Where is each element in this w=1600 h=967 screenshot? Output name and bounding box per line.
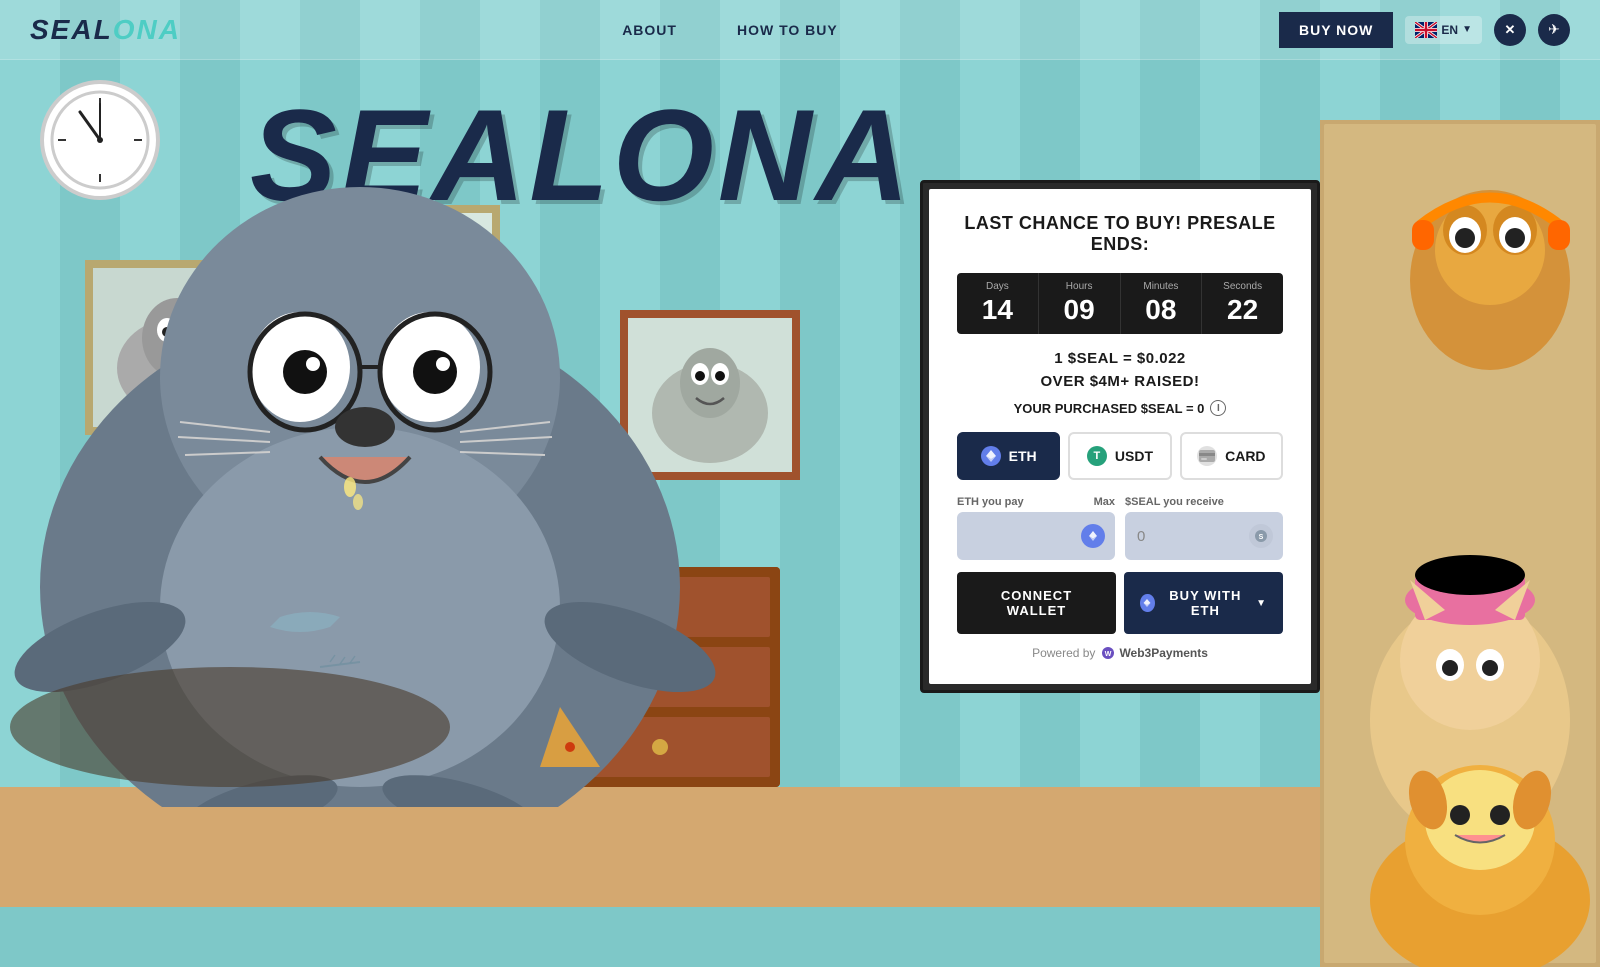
card-icon (1197, 446, 1217, 466)
powered-by: Powered by W Web3Payments (957, 646, 1283, 660)
usdt-symbol: T (1094, 450, 1101, 462)
raised-line: OVER $4M+ RAISED! (957, 373, 1283, 390)
seal-output-coin-icon: S (1254, 529, 1268, 543)
telegram-logo: ✈ (1548, 21, 1560, 38)
eth-diamond-icon (984, 449, 998, 463)
countdown-days: Days 14 (957, 273, 1039, 334)
eth-input-wrapper (957, 512, 1115, 560)
presale-widget: LAST CHANCE TO BUY! PRESALE ENDS: Days 1… (920, 180, 1320, 693)
seconds-label: Seconds (1206, 281, 1279, 292)
connect-wallet-button[interactable]: CONNECT WALLET (957, 572, 1116, 634)
eth-icon (981, 446, 1001, 466)
eth-tab-label: ETH (1009, 448, 1037, 464)
nav-about[interactable]: About (622, 22, 677, 38)
widget-inner: LAST CHANCE TO BUY! PRESALE ENDS: Days 1… (929, 189, 1311, 684)
days-value: 14 (961, 294, 1034, 326)
twitter-icon[interactable]: ✕ (1494, 14, 1526, 46)
navbar: SEALONA About How To Buy BUY NOW EN ▼ ✕ … (0, 0, 1600, 60)
web3payments-text: Web3Payments (1119, 646, 1207, 660)
countdown-seconds: Seconds 22 (1202, 273, 1283, 334)
tab-eth[interactable]: ETH (957, 432, 1060, 480)
buy-eth-icon (1140, 594, 1155, 612)
usdt-tab-label: USDT (1115, 448, 1153, 464)
max-label: Max (1094, 496, 1115, 508)
eth-small-icon (1087, 530, 1099, 542)
seal-input-wrapper: S (1125, 512, 1283, 560)
buy-now-button[interactable]: BUY NOW (1279, 12, 1393, 48)
tab-card[interactable]: CARD (1180, 432, 1283, 480)
countdown-minutes: Minutes 08 (1121, 273, 1203, 334)
seconds-value: 22 (1206, 294, 1279, 326)
minutes-label: Minutes (1125, 281, 1198, 292)
logo-text-2: ONA (113, 14, 181, 45)
purchased-line: YOUR PURCHASED $SEAL = 0 i (957, 400, 1283, 416)
buy-with-eth-button[interactable]: BUY WITH ETH ▼ (1124, 572, 1283, 634)
payment-tabs: ETH T USDT CARD (957, 432, 1283, 480)
countdown-hours: Hours 09 (1039, 273, 1121, 334)
nav-links: About How To Buy (622, 22, 838, 38)
seal-character (0, 87, 840, 807)
card-tab-label: CARD (1225, 448, 1265, 464)
eth-pay-label: ETH you pay (957, 496, 1024, 508)
seal-label-row: $SEAL you receive (1125, 496, 1283, 508)
countdown-timer: Days 14 Hours 09 Minutes 08 Seconds 22 (957, 273, 1283, 334)
dropdown-chevron-icon: ▼ (1256, 598, 1267, 609)
right-characters-svg (1320, 120, 1600, 967)
action-buttons: CONNECT WALLET BUY WITH ETH ▼ (957, 572, 1283, 634)
eth-label-row: ETH you pay Max (957, 496, 1115, 508)
language-selector[interactable]: EN ▼ (1405, 16, 1482, 44)
nav-how-to-buy[interactable]: How To Buy (737, 22, 838, 38)
minutes-value: 08 (1125, 294, 1198, 326)
price-line: 1 $SEAL = $0.022 (957, 350, 1283, 367)
svg-text:S: S (1259, 534, 1264, 541)
buy-eth-label: BUY WITH ETH (1163, 588, 1249, 618)
logo-text: SEAL (30, 14, 113, 45)
days-label: Days (961, 281, 1034, 292)
right-panel (1320, 120, 1600, 967)
site-logo[interactable]: SEALONA (30, 14, 181, 46)
usdt-icon: T (1087, 446, 1107, 466)
main-content: SEALONA (0, 60, 1600, 907)
buy-eth-small-icon (1142, 598, 1152, 608)
w3p-icon: W (1101, 646, 1115, 660)
eth-input-icon (1081, 524, 1105, 548)
info-icon[interactable]: i (1210, 400, 1226, 416)
navbar-right: BUY NOW EN ▼ ✕ ✈ (1279, 12, 1570, 48)
hours-label: Hours (1043, 281, 1116, 292)
tab-usdt[interactable]: T USDT (1068, 432, 1171, 480)
flag-icon (1415, 22, 1437, 38)
powered-by-label: Powered by (1032, 646, 1095, 660)
seal-output-icon: S (1249, 524, 1273, 548)
hours-value: 09 (1043, 294, 1116, 326)
widget-title: LAST CHANCE TO BUY! PRESALE ENDS: (957, 213, 1283, 255)
inputs-row: ETH you pay Max (957, 496, 1283, 560)
svg-text:W: W (1105, 651, 1112, 658)
credit-card-icon (1199, 450, 1215, 462)
x-logo: ✕ (1505, 22, 1516, 38)
chevron-down-icon: ▼ (1462, 24, 1472, 35)
eth-pay-group: ETH you pay Max (957, 496, 1115, 560)
telegram-icon[interactable]: ✈ (1538, 14, 1570, 46)
seal-receive-group: $SEAL you receive S (1125, 496, 1283, 560)
seal-illustration (0, 87, 840, 807)
price-info: 1 $SEAL = $0.022 (957, 350, 1283, 367)
seal-receive-label: $SEAL you receive (1125, 496, 1224, 508)
web3payments-logo: W Web3Payments (1101, 646, 1207, 660)
lang-label: EN (1441, 23, 1458, 37)
purchased-text: YOUR PURCHASED $SEAL = 0 (1014, 401, 1205, 416)
